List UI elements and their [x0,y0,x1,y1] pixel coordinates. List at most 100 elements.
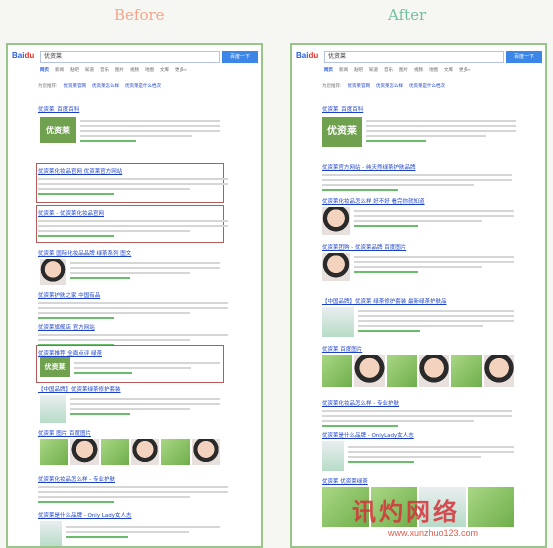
brand-logo-image: 优资莱 [40,117,76,143]
tab-images[interactable]: 图片 [399,67,408,75]
result-snippet [74,359,220,374]
result-title[interactable]: 优资莱旗舰店 官方网站 [38,323,228,331]
result-item: 优资莱是什么品牌 - Only Lady女人志 [38,511,228,519]
result-title[interactable]: 优资莱护肤之家 中国有品 [38,291,228,299]
tab-map[interactable]: 地图 [429,67,438,75]
result-title[interactable]: 优资莱是什么品牌 - Only Lady女人志 [38,511,228,519]
result-snippet [70,395,220,415]
result-item: 优资莱 图片 百度图片 [38,429,228,437]
result-snippet [70,259,220,279]
result-title[interactable]: 优资莱团购 - 优资莱品牌 百度图片 [322,243,512,251]
brand-logo-image: 优资莱 [40,357,70,377]
result-item: 优资莱旗舰店 官方网站 [38,323,228,346]
result-item: 优资莱推荐 全面点评 绿茶 [38,349,228,357]
watermark-logo: 讯灼网络 [352,497,460,526]
after-screenshot: Baidu 优资莱 百度一下 网页 新闻 贴吧 知道 音乐 图片 视频 地图 文… [290,43,547,548]
result-item: 优资莱官方网站 - 纯天然绿茶护肤品牌 [322,163,512,191]
result-item: 优资莱 - 优资莱化妆品官网 [38,209,228,237]
result-item: 【中国品牌】优资莱 绿茶修护套装 最新绿茶护肤品 [322,297,522,305]
result-title[interactable]: 【中国品牌】优资莱 绿茶修护套装 最新绿茶护肤品 [322,297,522,305]
result-item: 优资莱_百度百科 [38,105,228,113]
after-label: After [388,6,427,24]
result-title[interactable]: 优资莱_百度百科 [38,105,228,113]
result-title[interactable]: 优资莱化妆品官网 优资莱官方网站 [38,167,228,175]
result-snippet [66,523,220,538]
tab-news[interactable]: 新闻 [55,67,64,75]
tab-images[interactable]: 图片 [115,67,124,75]
result-snippet [358,307,514,332]
image-strip [322,355,514,387]
result-item: 优资莱化妆品官网 优资莱官方网站 [38,167,228,195]
related-link[interactable]: 优资莱官网 [348,83,371,89]
tab-music[interactable]: 音乐 [384,67,393,75]
product-photo [40,521,62,546]
tab-zhidao[interactable]: 知道 [85,67,94,75]
related-searches: 为您推荐: 优资莱官网 优资莱怎么样 优资莱是什么档次 [38,83,162,89]
tab-music[interactable]: 音乐 [100,67,109,75]
before-screenshot: Baidu 优资莱 百度一下 网页 新闻 贴吧 知道 音乐 图片 视频 地图 文… [6,43,263,548]
result-title[interactable]: 优资莱 百度图片 [322,345,512,353]
tab-video[interactable]: 视频 [130,67,139,75]
model-photo [322,207,350,235]
tab-web[interactable]: 网页 [40,67,49,75]
result-title[interactable]: 优资莱官方网站 - 纯天然绿茶护肤品牌 [322,163,512,171]
tab-tieba[interactable]: 贴吧 [70,67,79,75]
result-snippet [354,207,514,227]
result-snippet [366,117,516,142]
tab-map[interactable]: 地图 [145,67,154,75]
tab-video[interactable]: 视频 [414,67,423,75]
tab-news[interactable]: 新闻 [339,67,348,75]
result-item: 【中国品牌】优资莱绿茶修护套装 [38,385,228,393]
tab-web[interactable]: 网页 [324,67,333,75]
search-input[interactable]: 优资莱 [324,51,504,63]
image-strip [40,439,220,465]
related-link[interactable]: 优资莱怎么样 [376,83,403,89]
baidu-logo: Baidu [12,51,35,60]
result-title[interactable]: 优资莱化妆品怎么样 好不好 看完你就知道 [322,197,512,205]
result-title[interactable]: 优资莱化妆品怎么样 - 专业护肤 [322,399,512,407]
result-title[interactable]: 优资莱是什么品牌 - OnlyLady女人志 [322,431,512,439]
product-photo [40,395,66,423]
search-tabs: 网页 新闻 贴吧 知道 音乐 图片 视频 地图 文库 更多» [40,67,187,75]
result-item: 优资莱化妆品怎么样 - 专业护肤 [322,399,512,427]
tab-zhidao[interactable]: 知道 [369,67,378,75]
result-snippet [80,117,220,142]
result-title[interactable]: 优资莱推荐 全面点评 绿茶 [38,349,228,357]
model-photo [322,253,350,281]
result-title[interactable]: 优资莱 图片 百度图片 [38,429,228,437]
related-link[interactable]: 优资莱是什么档次 [125,83,161,89]
result-snippet [354,253,514,273]
result-title[interactable]: 优资莱化妆品怎么样 - 专业护肤 [38,475,228,483]
before-label: Before [114,6,165,24]
search-button[interactable]: 百度一下 [506,51,542,63]
related-link[interactable]: 优资莱怎么样 [92,83,119,89]
tab-more[interactable]: 更多» [459,67,471,75]
search-tabs: 网页 新闻 贴吧 知道 音乐 图片 视频 地图 文库 更多» [324,67,471,75]
result-title[interactable]: 优资莱 优资莱绿茶 [322,477,512,485]
tab-more[interactable]: 更多» [175,67,187,75]
result-title[interactable]: 优资莱 - 优资莱化妆品官网 [38,209,228,217]
tab-tieba[interactable]: 贴吧 [354,67,363,75]
model-photo [40,259,66,285]
product-photo [322,307,354,337]
search-button[interactable]: 百度一下 [222,51,258,63]
search-header: Baidu 优资莱 百度一下 [8,45,261,69]
result-title[interactable]: 优资莱_百度百科 [322,105,512,113]
result-item: 优资莱 国际化妆品品牌 绿茶系列 图文 [38,249,228,257]
search-input[interactable]: 优资莱 [40,51,220,63]
result-item: 优资莱 百度图片 [322,345,512,353]
related-link[interactable]: 优资莱是什么档次 [409,83,445,89]
result-title[interactable]: 优资莱 国际化妆品品牌 绿茶系列 图文 [38,249,228,257]
result-item: 优资莱是什么品牌 - OnlyLady女人志 [322,431,512,439]
related-link[interactable]: 优资莱官网 [64,83,87,89]
result-item: 优资莱化妆品怎么样 好不好 看完你就知道 [322,197,512,205]
result-item: 优资莱化妆品怎么样 - 专业护肤 [38,475,228,503]
related-searches: 为您推荐: 优资莱官网 优资莱怎么样 优资莱是什么档次 [322,83,446,89]
result-snippet [348,443,514,463]
brand-logo-image: 优资莱 [322,117,362,147]
tab-wenku[interactable]: 文库 [444,67,453,75]
result-title[interactable]: 【中国品牌】优资莱绿茶修护套装 [38,385,228,393]
result-item: 优资莱护肤之家 中国有品 [38,291,228,319]
watermark-url: www.xunzhuo123.com [388,528,479,538]
tab-wenku[interactable]: 文库 [160,67,169,75]
